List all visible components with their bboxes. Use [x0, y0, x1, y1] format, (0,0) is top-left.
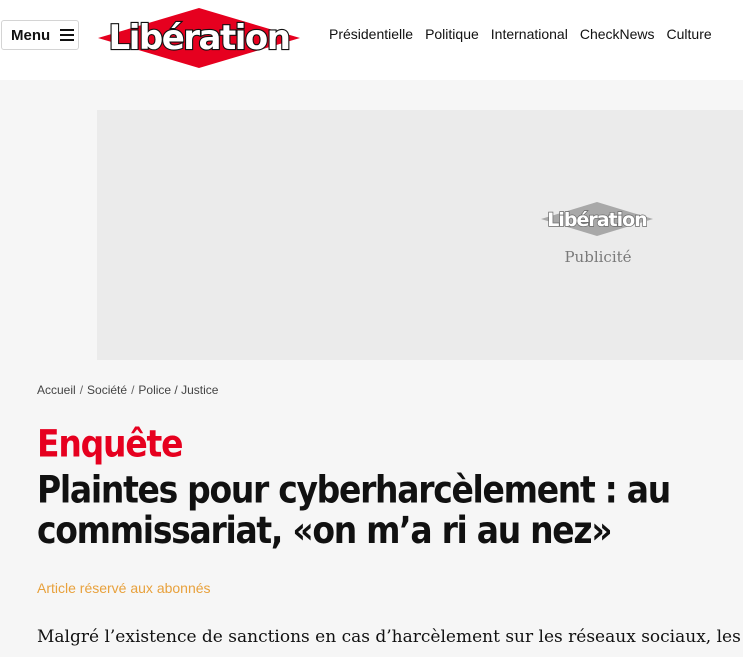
ad-logo-text: Libération — [547, 209, 647, 231]
nav-item-presidentielle[interactable]: Présidentielle — [329, 26, 413, 42]
article-lead: Malgré l’existence de sanctions en cas d… — [37, 627, 741, 647]
hamburger-icon — [60, 29, 75, 41]
breadcrumb-separator: / — [79, 383, 84, 397]
nav-item-politique[interactable]: Politique — [425, 26, 479, 42]
site-header: Menu Libération Présidentielle Politique… — [0, 0, 743, 80]
article-kicker: Enquête — [37, 421, 183, 466]
breadcrumb-police-justice[interactable]: Police / Justice — [138, 383, 218, 397]
main-nav: Présidentielle Politique International C… — [329, 26, 712, 42]
liberation-logo[interactable]: Libération — [98, 4, 300, 68]
ad-placeholder: Libération Publicité — [97, 110, 743, 360]
breadcrumb: Accueil / Société / Police / Justice — [37, 383, 218, 397]
breadcrumb-accueil[interactable]: Accueil — [37, 383, 76, 397]
nav-item-checknews[interactable]: CheckNews — [580, 26, 655, 42]
ad-liberation-logo: Libération — [541, 202, 653, 236]
nav-item-culture[interactable]: Culture — [667, 26, 712, 42]
subscriber-note: Article réservé aux abonnés — [37, 580, 211, 596]
breadcrumb-separator: / — [131, 383, 135, 397]
logo-text: Libération — [109, 18, 290, 58]
breadcrumb-societe[interactable]: Société — [87, 383, 127, 397]
ad-label: Publicité — [564, 248, 632, 266]
menu-button[interactable]: Menu — [1, 20, 79, 50]
nav-item-international[interactable]: International — [491, 26, 568, 42]
menu-label: Menu — [11, 26, 51, 44]
article-title: Plaintes pour cyberharcèlement : au comm… — [37, 467, 671, 552]
